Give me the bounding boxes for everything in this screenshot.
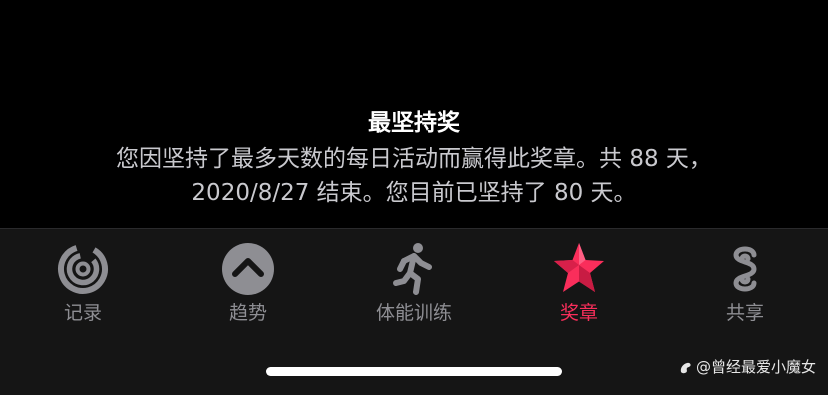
award-description-line-2: 2020/8/27 结束。您目前已坚持了 80 天。 bbox=[191, 180, 637, 206]
award-description-line-1: 您因坚持了最多天数的每日活动而赢得此奖章。共 88 天， bbox=[116, 146, 712, 172]
tab-workouts[interactable]: 体能训练 bbox=[331, 241, 497, 333]
tab-history-label: 记录 bbox=[63, 302, 102, 324]
sharing-icon bbox=[733, 246, 757, 292]
award-star-icon bbox=[554, 243, 604, 292]
watermark: @曾经最爱小魔女 bbox=[678, 356, 816, 378]
tab-trends[interactable]: 趋势 bbox=[165, 241, 331, 333]
tab-awards-label: 奖章 bbox=[559, 302, 598, 324]
weibo-logo-icon bbox=[680, 362, 691, 374]
activity-rings-icon bbox=[58, 244, 108, 294]
watermark-text: @曾经最爱小魔女 bbox=[695, 358, 816, 376]
tab-workouts-label: 体能训练 bbox=[375, 302, 452, 324]
tab-sharing[interactable]: 共享 bbox=[662, 241, 828, 333]
award-description: 您因坚持了最多天数的每日活动而赢得此奖章。共 88 天， 2020/8/27 结… bbox=[0, 142, 828, 210]
award-detail: 最坚持奖 您因坚持了最多天数的每日活动而赢得此奖章。共 88 天， 2020/8… bbox=[0, 0, 828, 228]
tab-awards[interactable]: 奖章 bbox=[496, 241, 662, 333]
home-indicator[interactable] bbox=[266, 367, 562, 376]
workout-runner-icon bbox=[393, 243, 432, 295]
tab-trends-label: 趋势 bbox=[228, 302, 267, 324]
trends-chevron-icon bbox=[222, 243, 274, 295]
award-title: 最坚持奖 bbox=[368, 110, 460, 136]
tab-sharing-label: 共享 bbox=[725, 302, 764, 324]
tab-history[interactable]: 记录 bbox=[0, 241, 166, 333]
